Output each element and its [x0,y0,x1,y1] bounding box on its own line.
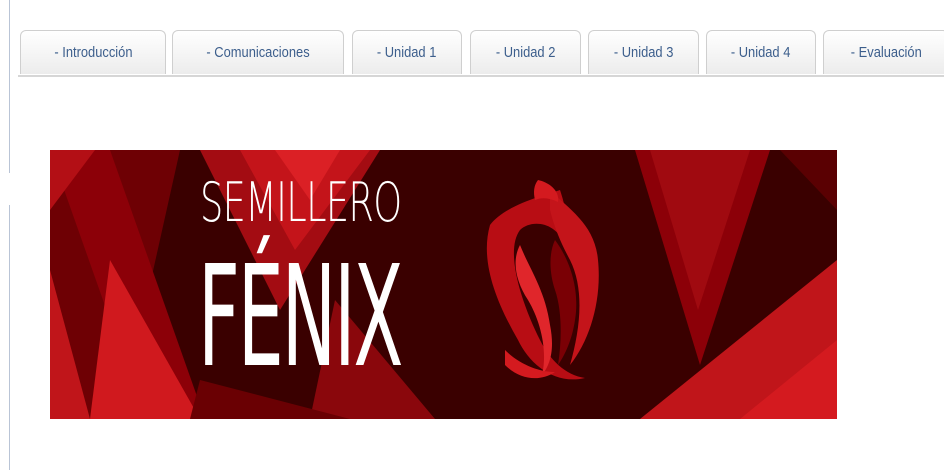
tab-introduccion[interactable]: - Introducción [20,30,166,74]
semillero-fenix-banner: SEMILLERO FÉNIX [50,150,837,419]
tab-unidad-3[interactable]: - Unidad 3 [588,30,699,74]
left-border-line-lower [9,205,10,470]
banner-title-line2: FÉNIX [198,236,403,399]
tab-bar: - Introducción - Comunicaciones - Unidad… [18,30,944,77]
tab-label: - Introducción [53,44,133,61]
tab-unidad-1[interactable]: - Unidad 1 [352,30,462,74]
tab-unidad-4[interactable]: - Unidad 4 [706,30,816,74]
tab-label: - Unidad 2 [495,44,556,61]
tab-label: - Unidad 1 [377,44,437,61]
tab-label: - Unidad 4 [731,44,791,61]
tab-label: - Unidad 3 [613,44,674,61]
tab-label: - Comunicaciones [206,44,310,61]
banner-title-line1: SEMILLERO [200,171,402,234]
tab-evaluacion[interactable]: - Evaluación [823,30,944,74]
tab-comunicaciones[interactable]: - Comunicaciones [172,30,344,74]
tab-unidad-2[interactable]: - Unidad 2 [470,30,581,74]
tab-label: - Evaluación [850,44,922,61]
left-border-line [9,0,10,173]
